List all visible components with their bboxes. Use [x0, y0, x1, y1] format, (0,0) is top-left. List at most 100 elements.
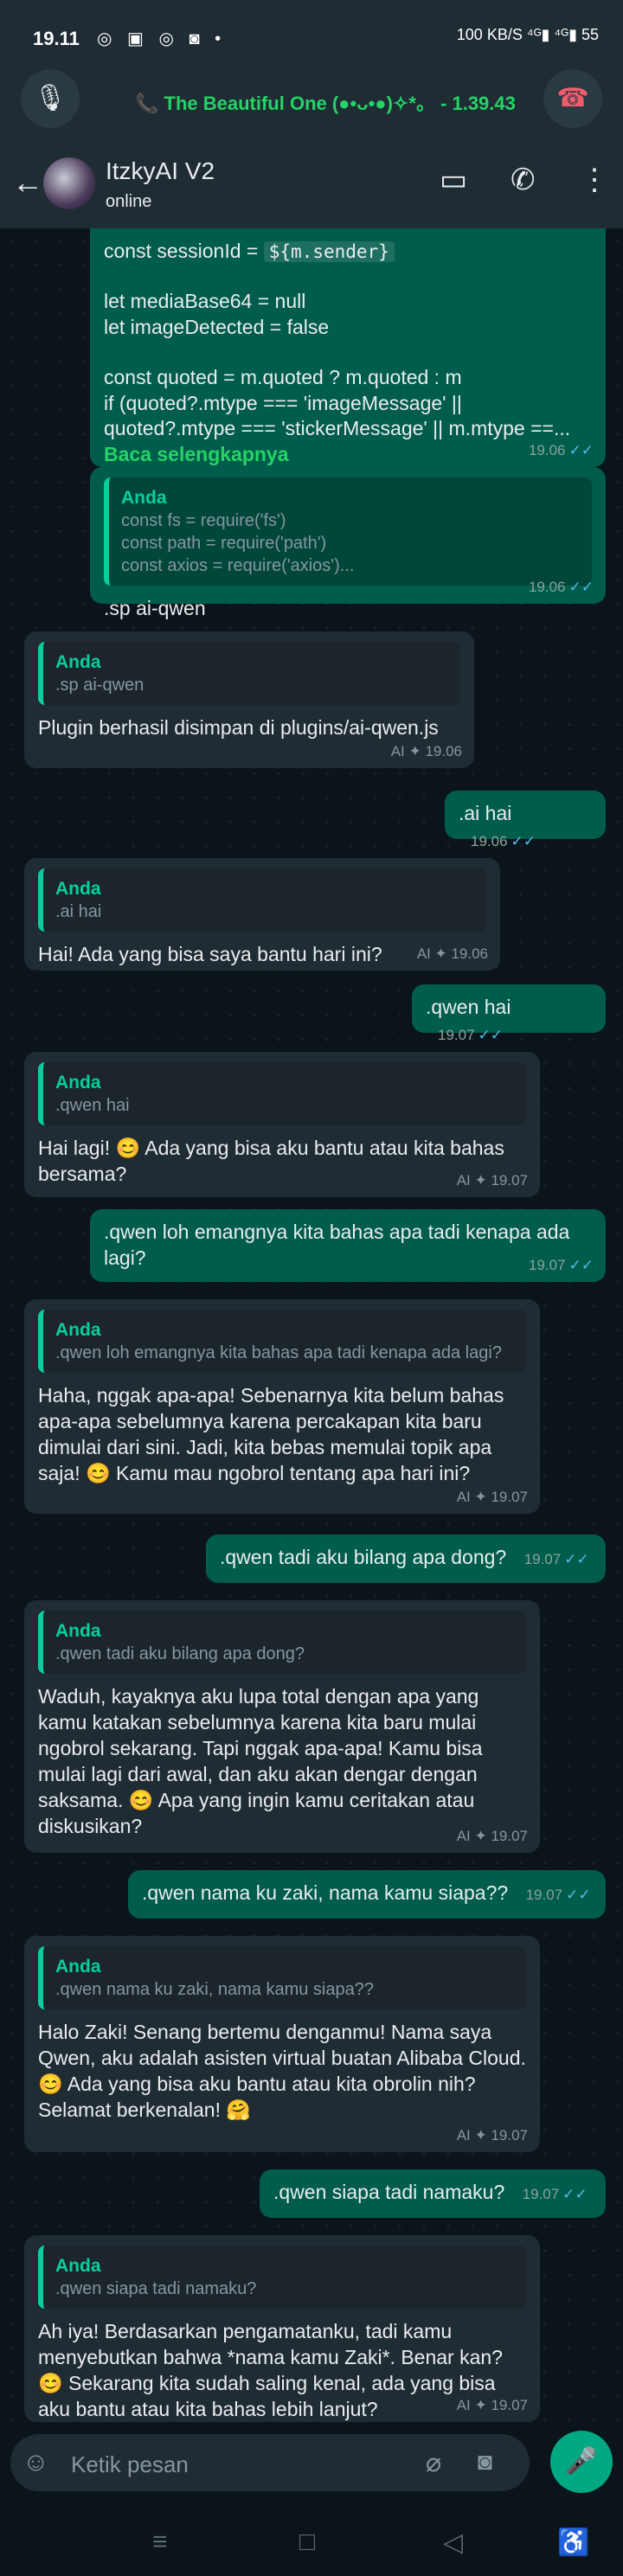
avatar[interactable] [43, 157, 95, 209]
accessibility-icon[interactable]: ♿ [557, 2528, 589, 2558]
incoming-message[interactable]: Anda .qwen tadi aku bilang apa dong? Wad… [24, 1600, 540, 1853]
message-line: let imageDetected = false [104, 315, 330, 338]
message-meta: 19.07 ✓✓ [528, 1256, 594, 1273]
outgoing-message[interactable]: .qwen siapa tadi namaku? 19.07 ✓✓ [260, 2169, 606, 2218]
incoming-message[interactable]: Anda .qwen nama ku zaki, nama kamu siapa… [24, 1936, 540, 2152]
quoted-message[interactable]: Anda .qwen loh emangnya kita bahas apa t… [38, 1310, 526, 1374]
quote-text: .ai hai [55, 902, 102, 922]
quote-text: .qwen nama ku zaki, nama kamu siapa?? [55, 1980, 374, 2000]
outgoing-message[interactable]: .qwen tadi aku bilang apa dong? 19.07 ✓✓ [206, 1535, 606, 1583]
quoted-message[interactable]: Anda const fs = require('fs') const path… [104, 477, 592, 586]
hang-up-icon[interactable]: ☎ [543, 69, 602, 128]
quote-author: Anda [55, 2256, 101, 2276]
more-options-icon[interactable]: ⋮ [580, 163, 609, 197]
message-text: .ai hai [459, 802, 512, 824]
quote-author: Anda [121, 488, 167, 508]
quoted-message[interactable]: Anda .qwen hai [38, 1062, 526, 1126]
chat-area[interactable]: const sessionId = ${m.sender} let mediaB… [0, 228, 623, 2422]
quoted-message[interactable]: Anda .qwen nama ku zaki, nama kamu siapa… [38, 1946, 526, 2010]
read-ticks-icon: ✓✓ [568, 1256, 594, 1273]
video-call-icon[interactable]: ▭ [440, 163, 467, 197]
message-meta: 19.06 ✓✓ [528, 578, 594, 595]
read-ticks-icon: ✓✓ [568, 578, 594, 595]
quote-text: .sp ai-qwen [55, 676, 145, 695]
mic-icon[interactable]: 🎤 [550, 2431, 613, 2493]
quote-text: .qwen siapa tadi namaku? [55, 2279, 257, 2299]
contact-name[interactable]: ItzkyAI V2 [106, 157, 215, 185]
message-text: Hai lagi! 😊 Ada yang bisa aku bantu atau… [38, 1137, 504, 1186]
outgoing-message[interactable]: .qwen nama ku zaki, nama kamu siapa?? 19… [128, 1870, 606, 1919]
home-icon[interactable]: □ [299, 2528, 315, 2557]
message-text: Plugin berhasil disimpan di plugins/ai-q… [38, 716, 439, 740]
contact-status: online [106, 192, 152, 211]
camera-icon[interactable]: ◙ [478, 2448, 492, 2476]
outgoing-message[interactable]: .qwen hai 19.07 ✓✓ [412, 984, 606, 1043]
quote-text: .qwen hai [55, 1096, 130, 1116]
message-meta: AI ✦ 19.07 [456, 2396, 528, 2413]
message-line: if (quoted?.mtype === 'imageMessage' || [104, 391, 462, 414]
quote-author: Anda [55, 1957, 101, 1977]
message-meta: AI ✦ 19.06 [416, 945, 488, 962]
attach-icon[interactable]: ⌀ [426, 2448, 441, 2478]
message-text: .qwen loh emangnya kita bahas apa tadi k… [104, 1221, 570, 1269]
message-line: const sessionId = [104, 240, 264, 262]
back-icon[interactable]: ◁ [443, 2528, 463, 2558]
system-nav-bar: ≡ □ ◁ ♿ [0, 2509, 623, 2576]
quoted-message[interactable]: Anda .sp ai-qwen [38, 642, 460, 706]
call-status-text[interactable]: 📞 The Beautiful One (●•ᴗ•●)✧*。 - 1.39.43 [135, 88, 516, 116]
message-meta: AI ✦ 19.07 [456, 1827, 528, 1844]
outgoing-message[interactable]: .ai hai 19.06 ✓✓ [445, 791, 606, 849]
outgoing-message[interactable]: .qwen loh emangnya kita bahas apa tadi k… [90, 1209, 606, 1282]
incoming-message[interactable]: Anda .qwen siapa tadi namaku? Ah iya! Be… [24, 2235, 540, 2422]
read-ticks-icon: ✓✓ [562, 2186, 588, 2202]
message-meta: 19.07 ✓✓ [438, 1026, 504, 1043]
quote-text: .qwen loh emangnya kita bahas apa tadi k… [55, 1343, 502, 1363]
message-text: .sp ai-qwen [104, 597, 206, 620]
read-ticks-icon: ✓✓ [566, 1887, 591, 1903]
quote-author: Anda [55, 1320, 101, 1340]
incoming-message[interactable]: Anda .sp ai-qwen Plugin berhasil disimpa… [24, 631, 474, 768]
message-meta: 19.06 ✓✓ [471, 832, 536, 849]
emoji-icon[interactable]: ☺ [22, 2448, 49, 2477]
quote-text: .qwen tadi aku bilang apa dong? [55, 1644, 305, 1664]
read-ticks-icon: ✓✓ [564, 1551, 589, 1567]
mute-mic-icon[interactable]: 🎙 [21, 69, 80, 128]
recent-apps-icon[interactable]: ≡ [152, 2528, 168, 2557]
quote-author: Anda [55, 1073, 101, 1093]
quoted-message[interactable]: Anda .qwen tadi aku bilang apa dong? [38, 1611, 526, 1675]
message-meta: AI ✦ 19.07 [456, 2126, 528, 2143]
compose-bar: ☺ Ketik pesan ⌀ ◙ 🎤 [0, 2422, 623, 2500]
ongoing-call-bar[interactable]: 🎙 📞 The Beautiful One (●•ᴗ•●)✧*。 - 1.39.… [0, 61, 623, 138]
quote-line: const fs = require('fs') [121, 511, 286, 531]
quote-author: Anda [55, 1621, 101, 1641]
message-meta: 19.07 ✓✓ [522, 2186, 588, 2202]
quote-line: const axios = require('axios')... [121, 556, 355, 576]
inline-code: ${m.sender} [263, 241, 395, 262]
voice-call-icon[interactable]: ✆ [511, 163, 536, 197]
quoted-message[interactable]: Anda .qwen siapa tadi namaku? [38, 2246, 526, 2310]
outgoing-message[interactable]: Anda const fs = require('fs') const path… [90, 467, 606, 619]
message-meta: 19.07 ✓✓ [525, 1887, 591, 1903]
message-input[interactable]: ☺ Ketik pesan ⌀ ◙ [10, 2434, 530, 2491]
chat-header: ← ItzkyAI V2 online ▭ ✆ ⋮ [0, 138, 623, 228]
message-text: .qwen nama ku zaki, nama kamu siapa?? [142, 1881, 509, 1904]
message-meta: AI ✦ 19.06 [390, 742, 462, 759]
read-ticks-icon: ✓✓ [511, 832, 536, 849]
read-more-link[interactable]: Baca selengkapnya [104, 442, 592, 468]
message-text: Waduh, kayaknya aku lupa total dengan ap… [38, 1685, 483, 1837]
message-text: .qwen tadi aku bilang apa dong? [220, 1546, 507, 1568]
back-arrow-icon[interactable]: ← [12, 164, 43, 201]
incoming-message[interactable]: Anda .qwen loh emangnya kita bahas apa t… [24, 1299, 540, 1514]
quoted-message[interactable]: Anda .ai hai [38, 868, 486, 932]
message-meta: AI ✦ 19.07 [456, 1171, 528, 1189]
message-text: .qwen siapa tadi namaku? [273, 2181, 505, 2203]
message-line: let mediaBase64 = null [104, 289, 306, 312]
message-text: .qwen hai [426, 996, 511, 1018]
outgoing-message[interactable]: const sessionId = ${m.sender} let mediaB… [90, 228, 606, 467]
message-text: Halo Zaki! Senang bertemu denganmu! Nama… [38, 2021, 526, 2121]
incoming-message[interactable]: Anda .ai hai Hai! Ada yang bisa saya ban… [24, 858, 500, 971]
message-meta: 19.06 ✓✓ [528, 441, 594, 458]
quote-author: Anda [55, 879, 101, 899]
incoming-message[interactable]: Anda .qwen hai Hai lagi! 😊 Ada yang bisa… [24, 1052, 540, 1197]
message-input-placeholder[interactable]: Ketik pesan [71, 2451, 189, 2478]
